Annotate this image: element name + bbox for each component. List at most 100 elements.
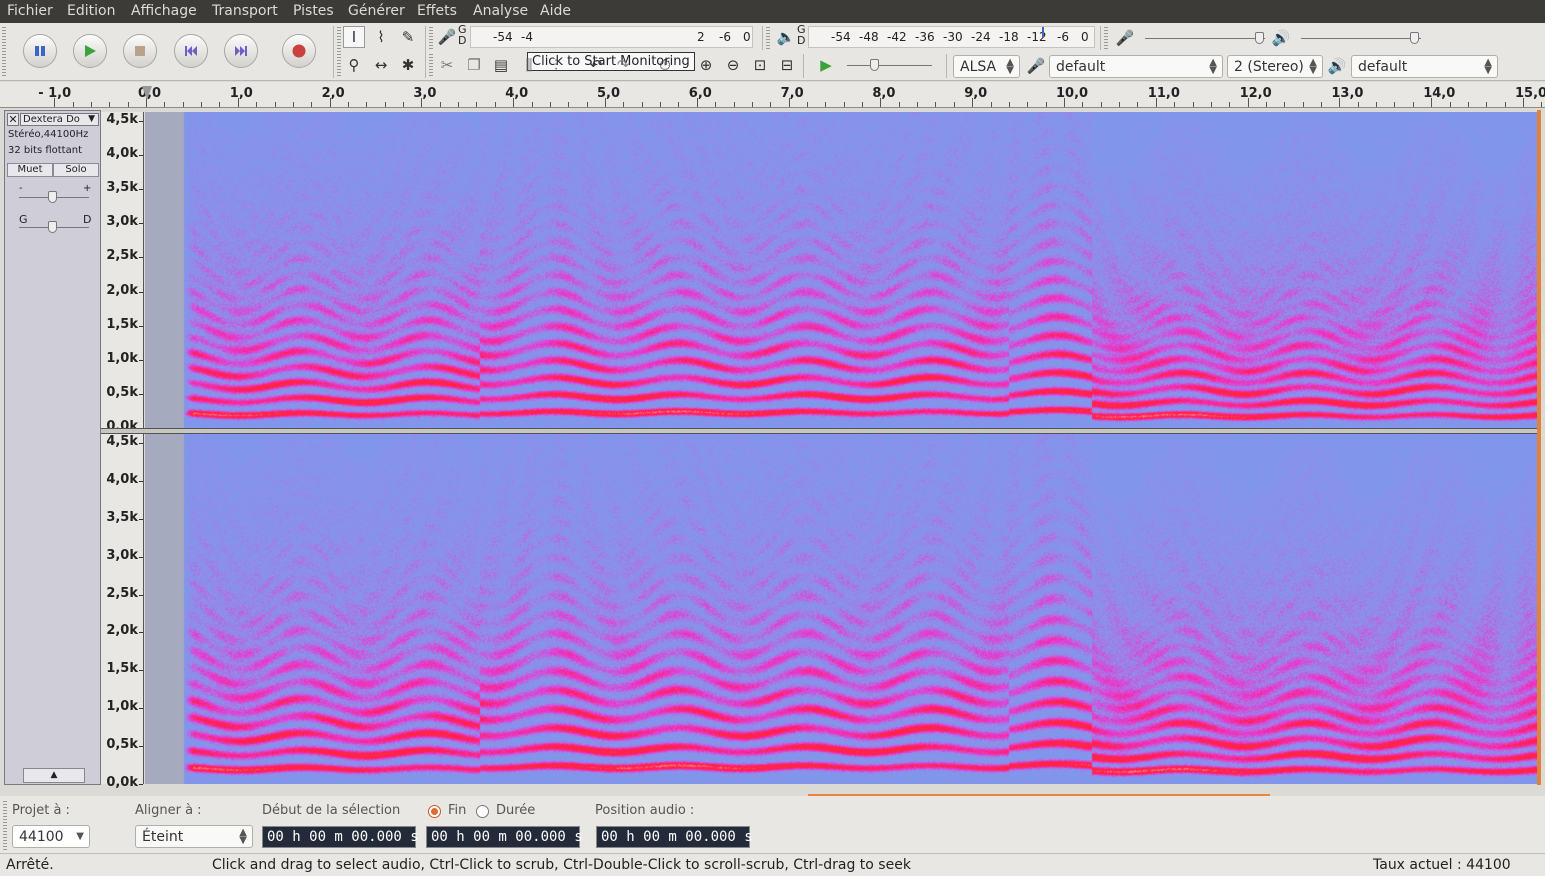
ruler-tick-mark [513,98,515,107]
selection-start-time[interactable]: 00 h 00 m 00.000 s [262,826,419,848]
frequency-tick [139,359,143,361]
input-volume-slider[interactable] [1145,38,1265,39]
menu-effets[interactable]: Effets [417,3,457,19]
pan-right-label: D [83,213,92,226]
toolbar-grip[interactable] [429,27,433,49]
fit-selection-icon[interactable]: ⊡ [749,54,771,76]
menu-transport[interactable]: Transport [212,3,278,19]
frequency-label: 0,5k [106,737,138,753]
play-speed-slider[interactable] [847,65,932,66]
ruler-tick-mark [1155,98,1157,107]
output-volume-slider[interactable] [1301,38,1421,39]
input-volume-thumb[interactable] [1255,32,1264,44]
fit-project-icon[interactable]: ⊟ [776,54,798,76]
frequency-label: 0,5k [106,384,138,400]
ruler-tick-mark [696,98,698,107]
frequency-ruler-right[interactable]: 4,5k 4,0k 3,5k 3,0k 2,5k 2,0k 1,5k 1,0k 0,5k 0,0k [101,434,144,790]
rec-device-select[interactable]: default ▲ ▼ [1049,55,1223,78]
toolbar-grip[interactable] [429,54,433,76]
envelope-tool-icon[interactable]: ⌇ [370,26,392,48]
record-button[interactable] [282,34,316,68]
microphone-meter-icon[interactable]: 🎤 [436,26,458,48]
selection-toolbar: Projet à : 44100 ▼ Aligner à : Éteint ▲ ▼ D… [0,796,1545,876]
menu-edition[interactable]: Edition [67,3,115,19]
stop-button[interactable] [123,34,157,68]
pause-button[interactable] [23,34,57,68]
spectrogram-channel-right[interactable] [145,434,1537,784]
zoom-out-icon[interactable]: ⊖ [722,54,744,76]
zoom-in-icon[interactable]: ⊕ [695,54,717,76]
undo-icon[interactable]: ↶ [585,54,607,76]
rec-tick: 2 [697,30,705,44]
recording-meter[interactable]: -54 -4 2 -6 0 [470,26,753,48]
track-name-menu[interactable]: Dextera Do ▼ [20,113,99,126]
playback-meter[interactable]: -54 -48 -42 -36 -30 -24 -18 -12 -6 0 [808,26,1095,48]
host-select[interactable]: ALSA ▲ ▼ [953,55,1020,78]
channels-value: 2 (Stereo) [1234,59,1304,75]
menu-fichier[interactable]: Fichier [7,3,53,19]
menu-pistes[interactable]: Pistes [293,3,334,19]
ruler-tick-mark [825,102,827,107]
draw-tool-icon[interactable]: ✎ [397,26,419,48]
ruler-tick-mark [990,102,992,107]
timeline-ruler[interactable]: - 1,0 0,0 1,0 2,0 3,0 4,0 5,0 6,0 7,0 8,0 9,0 10,0 1… [0,82,1545,108]
multi-tool-icon[interactable]: ✱ [397,54,419,76]
ruler-tick-mark [494,102,496,107]
project-rate-select[interactable]: 44100 ▼ [12,825,90,848]
frequency-label: 2,5k [106,248,138,264]
mute-button[interactable]: Muet [7,163,53,177]
selection-start-label: Début de la sélection [262,803,401,818]
collapse-track-button[interactable]: ▲ [23,768,85,783]
ruler-tick-mark [605,98,606,107]
skip-start-button[interactable] [174,34,208,68]
ruler-tick-mark [237,98,239,107]
selection-end-time[interactable]: 00 h 00 m 00.000 s [426,826,583,848]
paste-icon[interactable]: ▤ [490,54,512,76]
toolbar-grip[interactable] [766,27,770,49]
pan-thumb[interactable] [48,221,57,233]
toolbar-grip[interactable] [337,27,341,77]
ruler-tick-mark [274,102,276,107]
redo-icon[interactable]: ↷ [612,54,634,76]
gain-thumb[interactable] [48,191,57,203]
menu-generer[interactable]: Générer [348,3,405,19]
timeshift-tool-icon[interactable]: ↔ [370,54,392,76]
channels-select[interactable]: 2 (Stereo) ▲ ▼ [1227,55,1323,78]
toolbar-grip[interactable] [2,27,6,77]
output-volume-thumb[interactable] [1410,32,1419,44]
duration-radio[interactable] [476,805,489,818]
close-track-icon[interactable]: ✕ [7,113,19,126]
ruler-tick-mark [219,102,221,107]
trim-icon[interactable]: ⫼ [518,54,540,76]
menu-analyse[interactable]: Analyse [473,3,528,19]
play-at-speed-icon[interactable]: ▶ [815,54,837,76]
snap-to-select[interactable]: Éteint ▲ ▼ [135,825,253,848]
skip-end-button[interactable] [224,34,258,68]
play-meter-channels: G D [797,23,806,47]
selection-tool-icon[interactable]: I [343,26,365,48]
menu-aide[interactable]: Aide [540,3,571,19]
frequency-tick [139,325,143,327]
end-radio[interactable] [428,805,441,818]
silence-icon[interactable]: ⫶ [545,54,567,76]
ruler-tick-mark [366,102,368,107]
solo-button[interactable]: Solo [53,163,99,177]
sync-lock-icon[interactable]: ⏱ [654,54,676,76]
copy-icon[interactable]: ❐ [463,54,485,76]
toolbar-grip[interactable] [1104,27,1108,49]
audio-position-time[interactable]: 00 h 00 m 00.000 s [596,826,753,848]
play-device-value: default [1358,59,1408,75]
speaker-meter-icon[interactable]: 🔈 [775,26,797,48]
ruler-tick-label: 6,0 [688,86,712,101]
play-speed-thumb[interactable] [870,59,879,71]
frequency-ruler-left[interactable]: 4,5k 4,0k 3,5k 3,0k 2,5k 2,0k 1,5k 1,0k 0,5k 0,0k [101,112,144,434]
cut-icon[interactable]: ✂ [436,54,458,76]
ruler-tick-mark [972,98,974,107]
menu-affichage[interactable]: Affichage [131,3,197,19]
spectrogram-channel-left[interactable] [145,112,1537,428]
zoom-tool-icon[interactable]: ⚲ [343,54,365,76]
play-device-select[interactable]: default ▲ ▼ [1351,55,1498,78]
play-button[interactable] [73,34,107,68]
frequency-label: 2,0k [106,282,138,298]
toolbar-grip[interactable] [3,801,7,851]
